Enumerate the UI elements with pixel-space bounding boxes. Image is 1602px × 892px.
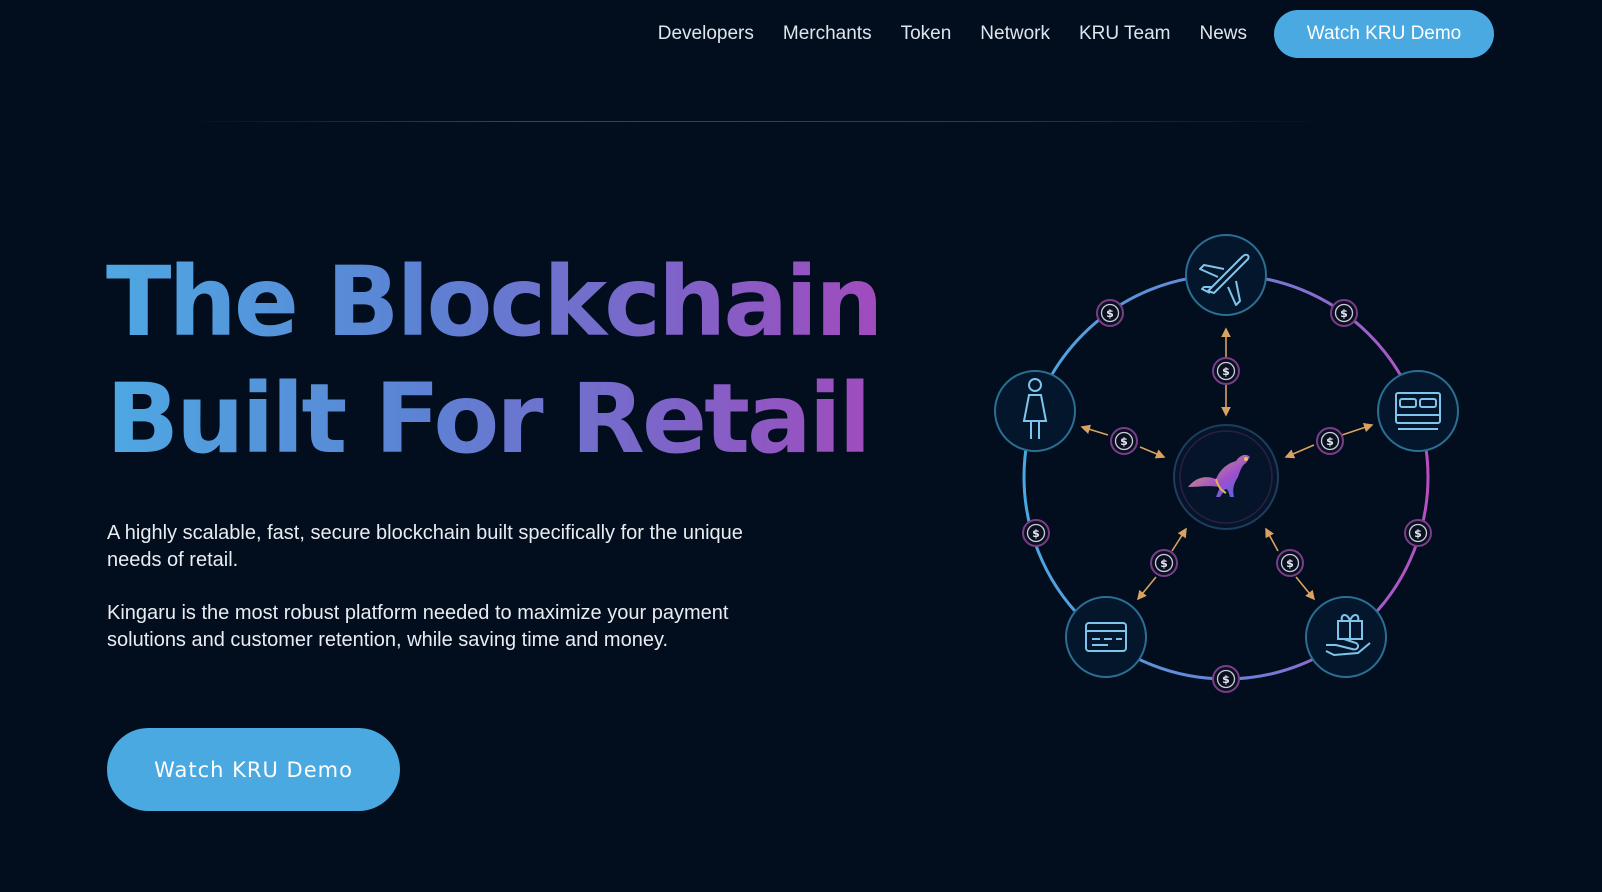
hero-title: The Blockchain Built For Retail <box>106 244 966 478</box>
nav-link-news[interactable]: News <box>1199 23 1247 45</box>
diagram-svg: $ $ $ $ $ $ $ $ $ $ <box>994 234 1459 693</box>
coin-icon: $ <box>1022 519 1050 547</box>
nav-watch-demo-button[interactable]: Watch KRU Demo <box>1274 10 1494 58</box>
node-travel <box>1185 234 1267 316</box>
nav-link-network[interactable]: Network <box>980 23 1050 45</box>
coin-icon: $ <box>1330 299 1358 327</box>
coin-icon: $ <box>1096 299 1124 327</box>
center-node <box>1173 424 1279 530</box>
coin-symbol: $ <box>1106 307 1114 320</box>
coin-icon: $ <box>1110 427 1138 455</box>
page: Developers Merchants Token Network KRU T… <box>0 0 1602 892</box>
hero-paragraph-1: A highly scalable, fast, secure blockcha… <box>107 522 743 571</box>
coin-icon: $ <box>1150 549 1178 577</box>
coin-symbol: $ <box>1032 527 1040 540</box>
node-gift <box>1305 596 1387 678</box>
hero-title-line-2: Built For Retail <box>106 363 869 475</box>
node-payment-card <box>1065 596 1147 678</box>
node-hotel <box>1377 370 1459 452</box>
coin-symbol: $ <box>1414 527 1422 540</box>
coin-symbol: $ <box>1160 557 1168 570</box>
coin-icon: $ <box>1316 427 1344 455</box>
hero-watch-demo-button[interactable]: Watch KRU Demo <box>107 728 400 811</box>
nav-link-merchants[interactable]: Merchants <box>783 23 872 45</box>
hero-title-line-1: The Blockchain <box>106 246 881 358</box>
coin-symbol: $ <box>1222 673 1230 686</box>
nav-link-token[interactable]: Token <box>901 23 952 45</box>
coin-icon: $ <box>1212 357 1240 385</box>
node-shopper <box>994 370 1076 452</box>
payment-network-diagram: $ $ $ $ $ $ $ $ $ $ <box>980 225 1480 705</box>
hero-paragraph-2: Kingaru is the most robust platform need… <box>107 602 729 651</box>
coin-symbol: $ <box>1340 307 1348 320</box>
header-divider <box>180 121 1340 122</box>
coin-symbol: $ <box>1326 435 1334 448</box>
coin-symbol: $ <box>1286 557 1294 570</box>
coin-icon: $ <box>1276 549 1304 577</box>
nav-link-developers[interactable]: Developers <box>658 23 754 45</box>
coin-symbol: $ <box>1120 435 1128 448</box>
top-nav: Developers Merchants Token Network KRU T… <box>658 10 1494 58</box>
nav-link-kru-team[interactable]: KRU Team <box>1079 23 1171 45</box>
coin-icon: $ <box>1212 665 1240 693</box>
coin-symbol: $ <box>1222 365 1230 378</box>
coin-icon: $ <box>1404 519 1432 547</box>
